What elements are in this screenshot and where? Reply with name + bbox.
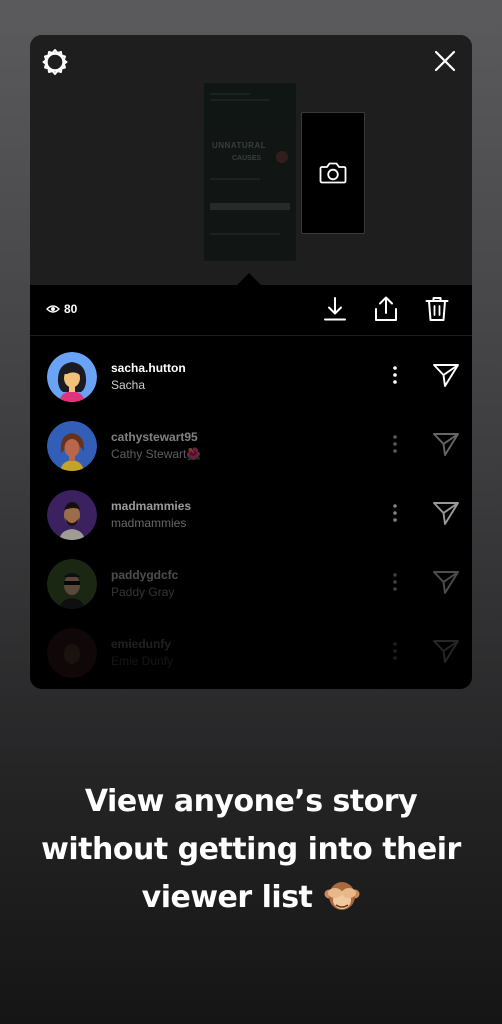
eye-icon [46, 305, 60, 313]
more-options-icon[interactable] [391, 572, 399, 592]
story-thumbnail[interactable]: UNNATURAL CAUSES [204, 83, 296, 261]
viewer-row[interactable]: cathystewart95 Cathy Stewart🌺 [30, 416, 472, 476]
camera-icon [319, 162, 347, 184]
more-options-icon[interactable] [391, 434, 399, 454]
download-icon[interactable] [322, 295, 348, 323]
avatar[interactable] [47, 559, 97, 609]
view-count[interactable]: 80 [46, 302, 77, 316]
more-options-icon[interactable] [391, 365, 399, 385]
viewer-row[interactable]: emiedunfy Emie Dunfy [30, 623, 472, 683]
send-icon[interactable] [432, 569, 460, 595]
share-icon[interactable] [373, 295, 399, 323]
add-story-camera-button[interactable] [301, 112, 365, 234]
viewer-fullname: Sacha [111, 378, 146, 392]
viewer-row[interactable]: paddygdcfc Paddy Gray [30, 554, 472, 614]
thumb-line [210, 178, 260, 180]
viewer-username: paddygdcfc [111, 568, 179, 582]
story-preview-text-1: UNNATURAL [212, 141, 267, 150]
story-toolbar: 80 [30, 285, 472, 336]
story-preview-area: UNNATURAL CAUSES [30, 35, 472, 285]
viewer-fullname: madmammies [111, 516, 187, 530]
send-icon[interactable] [432, 638, 460, 664]
send-icon[interactable] [432, 431, 460, 457]
headline-line-1: View anyone’s story [84, 784, 418, 819]
viewer-fullname: Emie Dunfy [111, 654, 174, 668]
send-icon[interactable] [432, 500, 460, 526]
headline-line-3: viewer list [141, 880, 313, 915]
view-count-value: 80 [64, 302, 78, 316]
viewer-username: emiedunfy [111, 637, 172, 651]
settings-gear-icon[interactable] [40, 47, 70, 77]
thumb-line [210, 93, 250, 95]
avatar[interactable] [47, 628, 97, 678]
viewer-row[interactable]: madmammies madmammies [30, 485, 472, 545]
trash-icon[interactable] [424, 295, 450, 323]
viewer-row[interactable]: sacha.hutton Sacha [30, 347, 472, 407]
headline-line-3-wrap: viewer list [0, 874, 502, 922]
avatar[interactable] [47, 490, 97, 540]
more-options-icon[interactable] [391, 503, 399, 523]
thumb-caption-bar [210, 203, 290, 210]
promo-headline: View anyone’s story without getting into… [0, 778, 502, 922]
more-options-icon[interactable] [391, 641, 399, 661]
story-viewer-card: UNNATURAL CAUSES 80 sacha.hutton Sacha c… [30, 35, 472, 689]
see-no-evil-monkey-icon [324, 882, 360, 910]
thumb-line [210, 233, 280, 235]
headline-line-2: without getting into their [41, 832, 461, 867]
avatar[interactable] [47, 421, 97, 471]
viewer-fullname: Paddy Gray [111, 585, 175, 599]
selection-notch [237, 273, 261, 285]
viewer-username: madmammies [111, 499, 192, 513]
viewer-username: sacha.hutton [111, 361, 186, 375]
thumb-dot [276, 151, 288, 163]
viewer-username: cathystewart95 [111, 430, 198, 444]
story-preview-text-2: CAUSES [232, 155, 262, 162]
viewer-fullname: Cathy Stewart🌺 [111, 447, 202, 461]
thumb-line [210, 99, 270, 101]
avatar[interactable] [47, 352, 97, 402]
send-icon[interactable] [432, 362, 460, 388]
close-icon[interactable] [432, 48, 458, 74]
